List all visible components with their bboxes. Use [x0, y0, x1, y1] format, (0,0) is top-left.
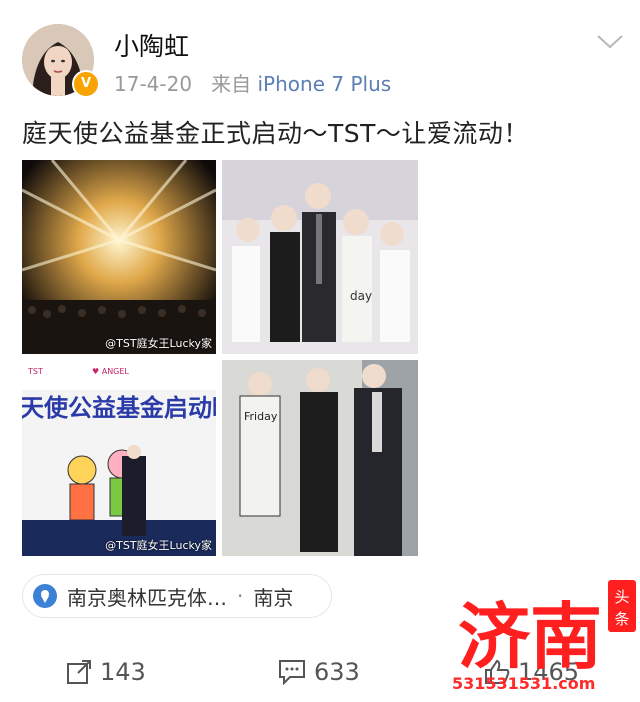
location-name: 南京奥林匹克体… [67, 585, 227, 610]
location-separator: · [237, 584, 244, 608]
post-image-4[interactable]: Friday [222, 360, 418, 556]
comment-count: 633 [314, 658, 360, 686]
comment-icon [279, 660, 305, 685]
post-meta: 17-4-20 来自 iPhone 7 Plus [114, 68, 391, 97]
repost-button[interactable]: 143 [66, 658, 146, 686]
repost-count: 143 [100, 658, 146, 686]
username[interactable]: 小陶虹 [114, 27, 189, 63]
post-text: 庭天使公益基金正式启动～TST～让爱流动！ [22, 119, 529, 148]
corner-text-1: 头 [614, 588, 629, 606]
svg-text:Friday: Friday [244, 410, 278, 423]
post-date: 17-4-20 [114, 72, 193, 96]
site-url: 531531531.com [452, 674, 596, 693]
svg-text:TST: TST [27, 367, 43, 376]
location-city: 南京 [253, 585, 294, 610]
logo-text: 济南 [458, 594, 602, 679]
repost-icon [67, 660, 91, 684]
banner-text: 天使公益基金启动晚会 [22, 394, 216, 422]
post-image-3[interactable]: TST ♥ ANGEL 天使公益基金启动晚会 @TST庭女王Lucky家 [22, 360, 216, 556]
post-image-1[interactable]: @TST庭女王Lucky家 [22, 160, 216, 354]
location-tag[interactable]: 南京奥林匹克体… · 南京 [22, 574, 332, 618]
corner-text-2: 条 [614, 610, 629, 628]
svg-text:day: day [350, 289, 372, 303]
comment-button[interactable]: 633 [278, 658, 360, 686]
image-watermark: @TST庭女王Lucky家 [105, 539, 212, 552]
source-link[interactable]: iPhone 7 Plus [258, 72, 392, 96]
chevron-down-icon[interactable] [596, 34, 624, 54]
post-image-2[interactable]: day [222, 160, 418, 354]
svg-text:♥ ANGEL: ♥ ANGEL [92, 367, 129, 376]
source-prefix: 来自 [211, 72, 252, 96]
location-pin-icon [33, 584, 57, 608]
verified-badge: V [72, 70, 100, 98]
image-watermark: @TST庭女王Lucky家 [105, 337, 212, 350]
